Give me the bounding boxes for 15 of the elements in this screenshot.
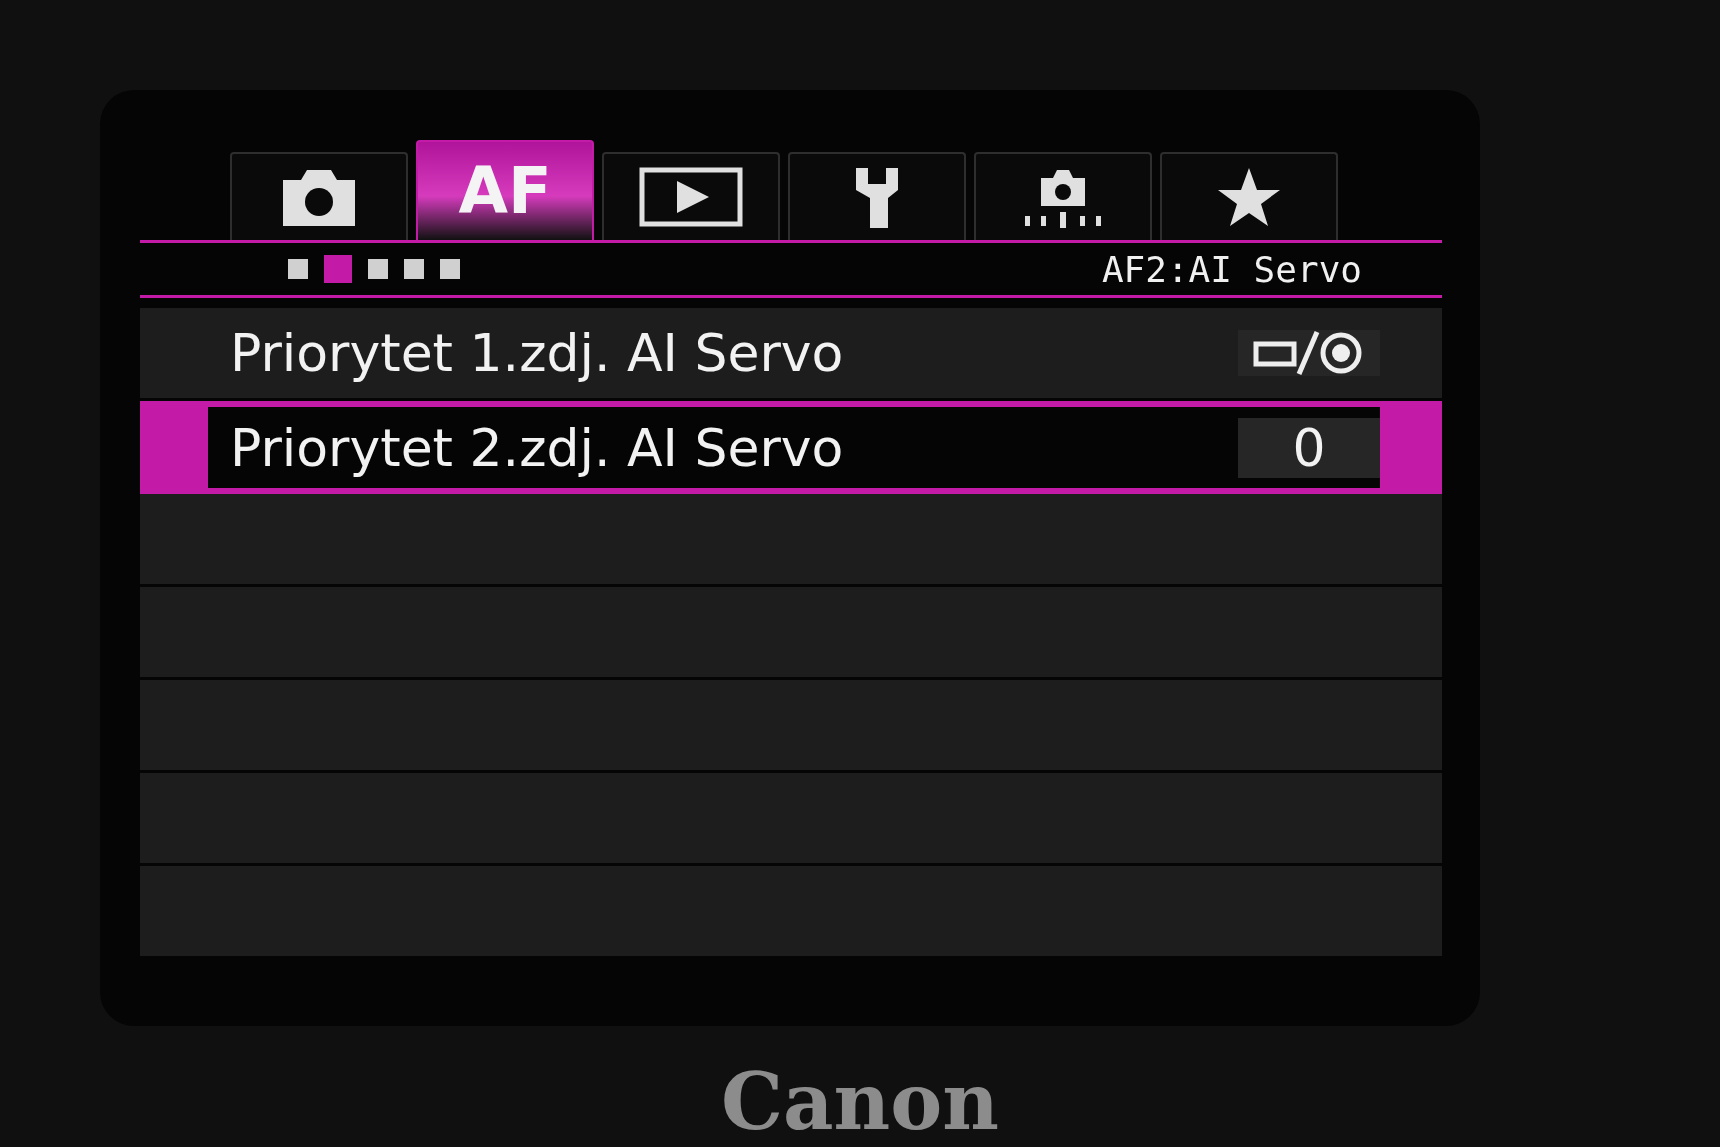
menu-tab[interactable] xyxy=(1160,152,1338,240)
menu-tab[interactable] xyxy=(602,152,780,240)
item-value: 0 xyxy=(1238,417,1380,478)
star-icon xyxy=(1216,166,1282,228)
menu-item[interactable]: Priorytet 1.zdj. AI Servo xyxy=(140,308,1442,401)
menu-tab[interactable] xyxy=(788,152,966,240)
menu-tab[interactable] xyxy=(974,152,1152,240)
menu-tab[interactable]: AF xyxy=(416,140,594,240)
page-title: AF2:AI Servo xyxy=(1101,248,1362,290)
menu-item[interactable]: Priorytet 2.zdj. AI Servo 0 xyxy=(140,401,1442,494)
play-icon xyxy=(639,167,743,227)
item-label: Priorytet 2.zdj. AI Servo xyxy=(230,417,845,478)
brand-logo: Canon xyxy=(720,1056,1000,1147)
menu-tab[interactable] xyxy=(230,152,408,240)
item-label: Priorytet 1.zdj. AI Servo xyxy=(230,323,845,383)
